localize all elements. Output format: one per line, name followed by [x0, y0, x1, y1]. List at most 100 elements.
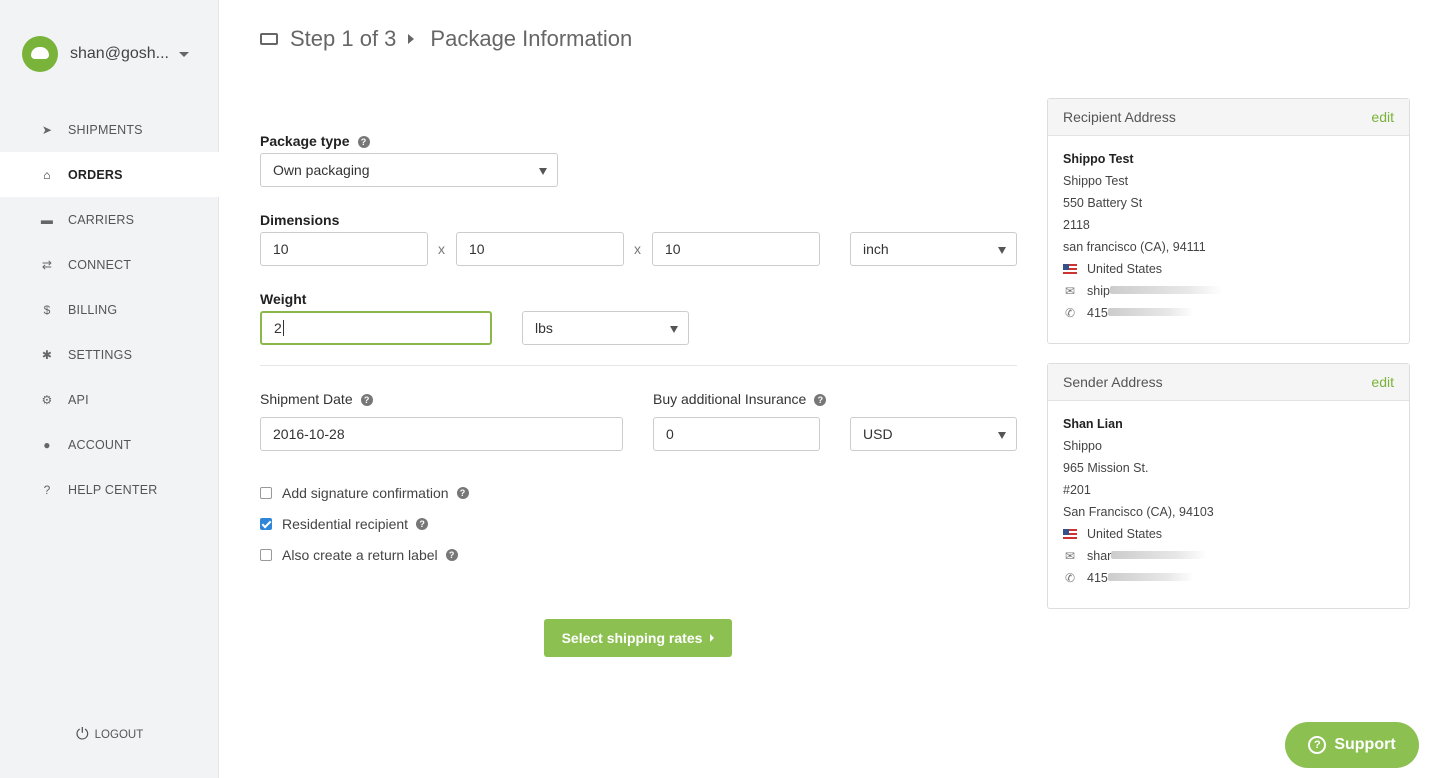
- insurance-label-row: Buy additional Insurance?: [653, 391, 827, 409]
- sidebar-item-label: API: [68, 392, 89, 407]
- sender-company: Shippo: [1063, 439, 1102, 453]
- us-flag-icon: [1063, 529, 1077, 539]
- inbox-icon: ⌂: [43, 167, 51, 182]
- package-type-value: Own packaging: [273, 162, 370, 178]
- question-circle-icon[interactable]: ?: [445, 549, 458, 561]
- sender-street2: #201: [1063, 483, 1091, 497]
- recipient-city: san francisco (CA), 94111: [1063, 240, 1206, 254]
- card-body: Shan Lian Shippo 965 Mission St. #201 Sa…: [1048, 401, 1409, 597]
- recipient-country: United States: [1087, 262, 1163, 276]
- sidebar-item-carriers[interactable]: ▬ CARRIERS: [0, 197, 219, 242]
- package-type-label: Package type: [260, 133, 350, 149]
- shipment-date-value: 2016-10-28: [273, 426, 345, 442]
- redacted-phone: [1107, 573, 1194, 581]
- sender-phone-row: ✆ 415: [1063, 567, 1394, 589]
- return-label-option[interactable]: Also create a return label?: [260, 547, 458, 563]
- sender-phone: 415: [1087, 571, 1108, 585]
- recipient-phone-row: ✆ 415: [1063, 302, 1394, 324]
- sidebar-item-label: BILLING: [68, 302, 118, 317]
- inbox-icon: [260, 33, 278, 45]
- length-value: 10: [273, 241, 289, 257]
- support-button[interactable]: ? Support: [1285, 722, 1419, 768]
- return-label-checkbox[interactable]: [260, 549, 272, 561]
- sidebar-item-help-center[interactable]: ? HELP CENTER: [0, 467, 219, 512]
- insurance-label: Buy additional Insurance: [653, 391, 807, 407]
- card-header: Recipient Address edit: [1048, 99, 1409, 136]
- sidebar-item-label: ORDERS: [68, 167, 123, 182]
- sender-country-row: United States: [1063, 523, 1394, 545]
- truck-icon: ▬: [40, 212, 54, 227]
- sidebar-item-connect[interactable]: ⇄ CONNECT: [0, 242, 219, 287]
- shipment-date-label-row: Shipment Date?: [260, 391, 373, 409]
- envelope-icon: ✉: [1064, 549, 1076, 563]
- recipient-street: 550 Battery St: [1063, 196, 1143, 210]
- question-circle-icon: ?: [43, 482, 51, 497]
- page-title: Step 1 of 3 Package Information: [260, 26, 632, 52]
- question-circle-icon[interactable]: ?: [416, 518, 429, 530]
- dimension-unit-select[interactable]: inch: [850, 232, 1017, 266]
- times-separator: x: [438, 241, 445, 257]
- sidebar-item-api[interactable]: ⚙ API: [0, 377, 219, 422]
- question-circle-icon[interactable]: ?: [456, 487, 469, 499]
- text-cursor: [282, 320, 284, 336]
- phone-icon: ✆: [1064, 306, 1076, 320]
- residential-recipient-checkbox[interactable]: [260, 518, 272, 530]
- dollar-icon: $: [43, 302, 51, 317]
- shipment-date-input[interactable]: 2016-10-28: [260, 417, 623, 451]
- question-circle-icon[interactable]: ?: [360, 394, 373, 406]
- sender-city: San Francisco (CA), 94103: [1063, 505, 1214, 519]
- paper-plane-icon: ➤: [41, 122, 53, 137]
- select-shipping-rates-button[interactable]: Select shipping rates: [544, 619, 732, 657]
- length-input[interactable]: 10: [260, 232, 428, 266]
- signature-confirmation-option[interactable]: Add signature confirmation?: [260, 485, 469, 501]
- caret-right-icon: [710, 634, 715, 642]
- signature-confirmation-checkbox[interactable]: [260, 487, 272, 499]
- sidebar-item-settings[interactable]: ✱ SETTINGS: [0, 332, 219, 377]
- redacted-email: [1109, 286, 1222, 294]
- insurance-amount-input[interactable]: 0: [653, 417, 820, 451]
- main-content: Step 1 of 3 Package Information Package …: [220, 0, 1440, 778]
- weight-unit-value: lbs: [535, 320, 553, 336]
- edit-recipient-link[interactable]: edit: [1371, 109, 1394, 125]
- logout-button[interactable]: ⏻ LOGOUT: [76, 726, 143, 744]
- sender-address-card: Sender Address edit Shan Lian Shippo 965…: [1047, 363, 1410, 609]
- edit-sender-link[interactable]: edit: [1371, 374, 1394, 390]
- step-indicator: Step 1 of 3: [290, 26, 397, 51]
- insurance-amount-value: 0: [666, 426, 674, 442]
- card-title: Sender Address: [1063, 374, 1163, 390]
- sender-street: 965 Mission St.: [1063, 461, 1149, 475]
- insurance-currency-value: USD: [863, 426, 893, 442]
- insurance-currency-select[interactable]: USD: [850, 417, 1017, 451]
- sidebar-item-account[interactable]: ● ACCOUNT: [0, 422, 219, 467]
- user-menu[interactable]: shan@gosh...: [22, 36, 189, 72]
- redacted-phone: [1107, 308, 1194, 316]
- width-input[interactable]: 10: [456, 232, 624, 266]
- weight-label: Weight: [260, 291, 307, 307]
- sidebar-item-orders[interactable]: ⌂ ORDERS: [0, 152, 219, 197]
- weight-unit-select[interactable]: lbs: [522, 311, 689, 345]
- button-label: Select shipping rates: [561, 630, 703, 646]
- height-value: 10: [665, 241, 681, 257]
- sidebar-item-shipments[interactable]: ➤ SHIPMENTS: [0, 107, 219, 152]
- step-title: Package Information: [430, 26, 633, 51]
- height-input[interactable]: 10: [652, 232, 820, 266]
- recipient-company: Shippo Test: [1063, 174, 1129, 188]
- question-circle-icon[interactable]: ?: [814, 394, 827, 406]
- sidebar-item-label: SETTINGS: [68, 347, 133, 362]
- recipient-name: Shippo Test: [1063, 152, 1134, 166]
- residential-recipient-option[interactable]: Residential recipient?: [260, 516, 429, 532]
- sidebar-item-label: CONNECT: [68, 257, 132, 272]
- weight-input[interactable]: 2: [260, 311, 492, 345]
- question-circle-icon[interactable]: ?: [357, 136, 370, 148]
- sidebar-item-label: CARRIERS: [68, 212, 135, 227]
- package-type-select[interactable]: Own packaging: [260, 153, 558, 187]
- us-flag-icon: [1063, 264, 1077, 274]
- recipient-country-row: United States: [1063, 258, 1394, 280]
- divider: [260, 365, 1017, 366]
- phone-icon: ✆: [1064, 571, 1076, 585]
- chevron-down-icon: [178, 51, 189, 57]
- caret-right-icon: [408, 34, 415, 44]
- sidebar-item-billing[interactable]: $ BILLING: [0, 287, 219, 332]
- logout-label: LOGOUT: [94, 729, 144, 741]
- dimensions-label: Dimensions: [260, 212, 340, 228]
